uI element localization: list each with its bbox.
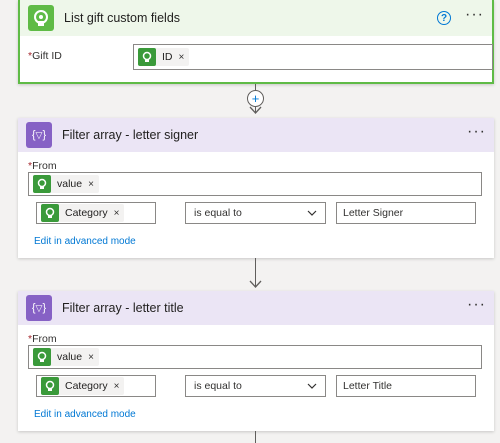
more-options-icon[interactable]: ···: [467, 124, 486, 146]
remove-token-icon[interactable]: ×: [88, 352, 94, 363]
from-label: *From: [28, 333, 57, 345]
connector-token-icon: [33, 348, 51, 366]
condition-value-input[interactable]: Letter Title: [336, 375, 476, 397]
step-header[interactable]: List gift custom fields ? ···: [20, 0, 492, 36]
token-label: value: [57, 178, 83, 190]
token-label: Category: [65, 380, 108, 392]
step-filter-letter-signer: {▽} Filter array - letter signer ··· *Fr…: [18, 118, 494, 258]
chevron-down-icon: [307, 210, 317, 216]
condition-left-input[interactable]: Category ×: [36, 202, 156, 224]
condition-left-input[interactable]: Category ×: [36, 375, 156, 397]
flow-connector-line: [255, 431, 256, 443]
gift-id-label-text: Gift ID: [32, 50, 62, 62]
operator-value: is equal to: [194, 207, 242, 219]
step-filter-letter-title: {▽} Filter array - letter title ··· *Fro…: [18, 291, 494, 431]
step-title: List gift custom fields: [64, 11, 181, 25]
operator-value: is equal to: [194, 380, 242, 392]
connector-token-icon: [33, 175, 51, 193]
token-label: ID: [162, 51, 173, 63]
from-label: *From: [28, 160, 57, 172]
step-title: Filter array - letter title: [62, 301, 184, 315]
chevron-down-icon: [307, 383, 317, 389]
remove-token-icon[interactable]: ×: [88, 179, 94, 190]
remove-token-icon[interactable]: ×: [114, 381, 120, 392]
connector-app-icon: [28, 5, 54, 31]
step-header[interactable]: {▽} Filter array - letter title ···: [18, 291, 494, 325]
connector-token-icon: [41, 377, 59, 395]
from-input[interactable]: value ×: [28, 172, 482, 196]
from-label-text: From: [32, 160, 57, 172]
gift-id-label: *Gift ID: [28, 50, 62, 62]
token-label: Category: [65, 207, 108, 219]
plus-icon: +: [251, 91, 260, 106]
filter-array-icon: {▽}: [26, 295, 52, 321]
condition-value-text: Letter Title: [343, 380, 393, 392]
remove-token-icon[interactable]: ×: [114, 208, 120, 219]
step-title: Filter array - letter signer: [62, 128, 199, 142]
condition-value-input[interactable]: Letter Signer: [336, 202, 476, 224]
category-token[interactable]: Category ×: [41, 377, 125, 395]
add-step-button[interactable]: +: [247, 90, 264, 107]
step-header[interactable]: {▽} Filter array - letter signer ···: [18, 118, 494, 152]
arrow-down-icon: [249, 280, 262, 288]
operator-dropdown[interactable]: is equal to: [185, 375, 326, 397]
value-token[interactable]: value ×: [33, 348, 99, 366]
condition-value-text: Letter Signer: [343, 207, 404, 219]
step-list-gift-custom-fields: List gift custom fields ? ··· *Gift ID I…: [18, 0, 494, 84]
edit-advanced-mode-link[interactable]: Edit in advanced mode: [34, 409, 136, 420]
from-label-text: From: [32, 333, 57, 345]
connector-token-icon: [41, 204, 59, 222]
operator-dropdown[interactable]: is equal to: [185, 202, 326, 224]
remove-token-icon[interactable]: ×: [179, 52, 185, 63]
token-label: value: [57, 351, 83, 363]
more-options-icon[interactable]: ···: [465, 7, 484, 29]
from-input[interactable]: value ×: [28, 345, 482, 369]
gift-id-input[interactable]: ID ×: [133, 44, 493, 70]
more-options-icon[interactable]: ···: [467, 297, 486, 319]
arrow-down-icon: [249, 106, 262, 114]
connector-token-icon: [138, 48, 156, 66]
help-icon[interactable]: ?: [437, 11, 452, 25]
filter-array-icon: {▽}: [26, 122, 52, 148]
id-token[interactable]: ID ×: [138, 48, 190, 66]
value-token[interactable]: value ×: [33, 175, 99, 193]
category-token[interactable]: Category ×: [41, 204, 125, 222]
edit-advanced-mode-link[interactable]: Edit in advanced mode: [34, 236, 136, 247]
